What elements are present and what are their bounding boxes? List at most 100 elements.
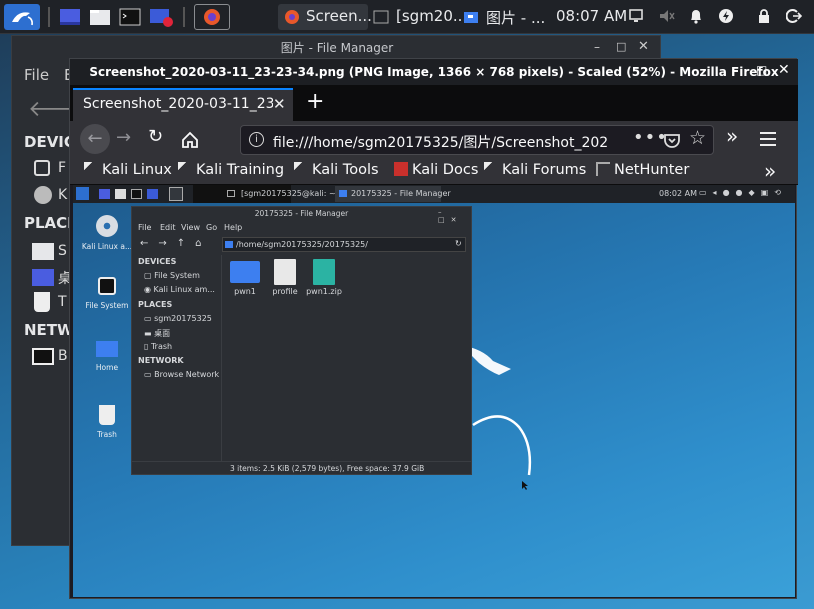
file-system-icon — [98, 277, 116, 295]
task-file-manager[interactable]: 图片 - ... — [460, 4, 548, 30]
bookmark-nethunter[interactable]: NetHunter — [596, 162, 689, 178]
terminal-icon — [169, 187, 183, 201]
label: sgm20175325 — [154, 314, 212, 323]
terminal-icon — [119, 8, 141, 26]
inner-fm-title: 20175325 - File Manager — [254, 209, 349, 218]
file-manager-launcher[interactable] — [88, 4, 112, 30]
kali-dragon-icon — [484, 162, 498, 176]
desktop-icon-label: Trash — [97, 430, 117, 439]
kali-dragon-icon — [12, 12, 33, 26]
hamburger-menu-icon[interactable] — [760, 132, 776, 146]
bookmark-kali-forums[interactable]: Kali Forums — [484, 162, 586, 178]
disc-icon[interactable] — [34, 186, 52, 204]
file-label: pwn1.zip — [306, 287, 342, 296]
device-item[interactable]: F — [58, 160, 66, 176]
zip-archive-icon — [313, 259, 335, 285]
inner-sidebar: DEVICES ▢ File System ◉ Kali Linux am...… — [132, 255, 222, 461]
desktop-icon-label: Home — [95, 363, 119, 372]
file-label: profile — [272, 287, 298, 296]
pocket-icon[interactable] — [663, 132, 681, 150]
lock-icon[interactable] — [756, 8, 772, 24]
bookmark-star-icon[interactable]: ☆ — [689, 127, 706, 149]
screenshot-launcher[interactable] — [148, 4, 174, 30]
desktop-icon-file-system: File System — [79, 277, 135, 310]
display-icon[interactable] — [628, 8, 644, 24]
home-folder-icon[interactable] — [32, 243, 54, 260]
bookmark-kali-docs[interactable]: Kali Docs — [394, 162, 478, 178]
inner-place-home: ▭ sgm20175325 — [144, 314, 212, 323]
network-item[interactable]: B — [58, 348, 68, 364]
inner-places-label: PLACES — [138, 300, 173, 309]
file-system-icon[interactable] — [34, 160, 50, 176]
terminal-launcher[interactable] — [118, 4, 142, 30]
task-terminal[interactable]: [sgm20... — [370, 4, 467, 30]
home-folder-icon — [96, 341, 118, 357]
close-button[interactable]: ✕ — [638, 39, 649, 54]
inner-menu-file: File — [138, 223, 152, 232]
desktop-folder-icon[interactable] — [32, 269, 54, 286]
minimize-button[interactable]: – — [594, 40, 600, 54]
maximize-button[interactable]: □ — [616, 40, 626, 53]
home-button[interactable] — [180, 130, 200, 150]
inner-file-pwn1-zip: pwn1.zip — [304, 259, 344, 296]
bookmark-kali-training[interactable]: Kali Training — [178, 162, 284, 178]
url-bar[interactable]: i file:///home/sgm20175325/图片/Screenshot… — [240, 125, 714, 155]
back-button[interactable]: ← — [80, 124, 110, 154]
place-item[interactable]: S — [58, 243, 67, 259]
minimize-button[interactable]: – — [732, 63, 739, 78]
terminal-icon — [373, 10, 389, 24]
bookmark-kali-tools[interactable]: Kali Tools — [294, 162, 379, 178]
inner-status-bar: 3 items: 2.5 KiB (2,579 bytes), Free spa… — [132, 461, 471, 474]
mouse-cursor-icon — [522, 481, 528, 490]
show-desktop-button[interactable] — [58, 4, 82, 30]
logout-icon[interactable] — [786, 8, 802, 24]
tab-close-icon[interactable]: ✕ — [273, 95, 286, 113]
clock[interactable]: 08:07 AM — [556, 7, 627, 25]
bookmark-label: Kali Forums — [502, 162, 587, 178]
task-firefox-label: Screen... — [306, 7, 372, 25]
reload-button[interactable]: ↻ — [148, 126, 163, 147]
inner-menu-view: View — [181, 223, 200, 232]
window-title: Screenshot_2020-03-11_23-23-34.png (PNG … — [70, 59, 798, 85]
bookmark-kali-linux[interactable]: Kali Linux — [84, 162, 172, 178]
place-item[interactable]: T — [58, 294, 67, 310]
inner-device-kali: ◉ Kali Linux am... — [144, 285, 215, 294]
top-panel: Screen... [sgm20... 图片 - ... 08:07 AM — [0, 0, 814, 34]
inner-device-filesystem: ▢ File System — [144, 271, 200, 280]
kali-menu-button[interactable] — [4, 4, 40, 30]
info-icon[interactable]: i — [249, 132, 264, 147]
power-manager-icon[interactable] — [718, 8, 734, 24]
bookmark-label: Kali Docs — [412, 162, 479, 178]
maximize-button[interactable]: □ — [756, 63, 767, 77]
desktop-icon-label: File System — [85, 301, 129, 310]
inner-reload-icon: ↻ — [455, 239, 462, 248]
firefox-launcher[interactable] — [194, 4, 230, 30]
network-icon[interactable] — [32, 348, 54, 365]
file-label: pwn1 — [234, 287, 256, 296]
inner-path-bar: /home/sgm20175325/20175325/ ↻ — [222, 237, 466, 252]
window-title: 图片 - File Manager — [280, 41, 394, 55]
inner-file-manager-window: 20175325 - File Manager –□✕ File Edit Vi… — [131, 206, 472, 475]
task-firefox[interactable]: Screen... — [278, 4, 372, 30]
bookmark-label: Kali Tools — [312, 162, 379, 178]
overflow-chevron-icon[interactable]: » — [726, 124, 738, 148]
close-button[interactable]: ✕ — [778, 62, 790, 78]
bookmarks-overflow-icon[interactable]: » — [764, 159, 776, 183]
inner-status-text: 3 items: 2.5 KiB (2,579 bytes), Free spa… — [230, 464, 425, 473]
kali-dragon-icon — [178, 162, 192, 176]
terminal-icon — [131, 189, 142, 199]
url-text[interactable]: file:///home/sgm20175325/图片/Screenshot_2… — [273, 132, 623, 152]
forward-button[interactable]: → — [116, 127, 131, 148]
device-item[interactable]: K — [58, 187, 67, 203]
volume-muted-icon[interactable] — [658, 8, 676, 24]
label: File System — [154, 271, 200, 280]
tab-screenshot[interactable]: Screenshot_2020-03-11_23 ✕ — [73, 88, 293, 121]
desktop-icon-kali-disc: Kali Linux a... — [79, 215, 135, 251]
desktop-icon-label: Kali Linux a... — [81, 242, 133, 251]
menu-file[interactable]: File — [24, 66, 49, 84]
notification-bell-icon[interactable] — [688, 8, 704, 24]
inner-clock: 08:02 AM — [659, 189, 697, 198]
inner-menu-go: Go — [206, 223, 218, 232]
new-tab-button[interactable]: + — [306, 89, 324, 114]
trash-icon[interactable] — [34, 292, 50, 312]
